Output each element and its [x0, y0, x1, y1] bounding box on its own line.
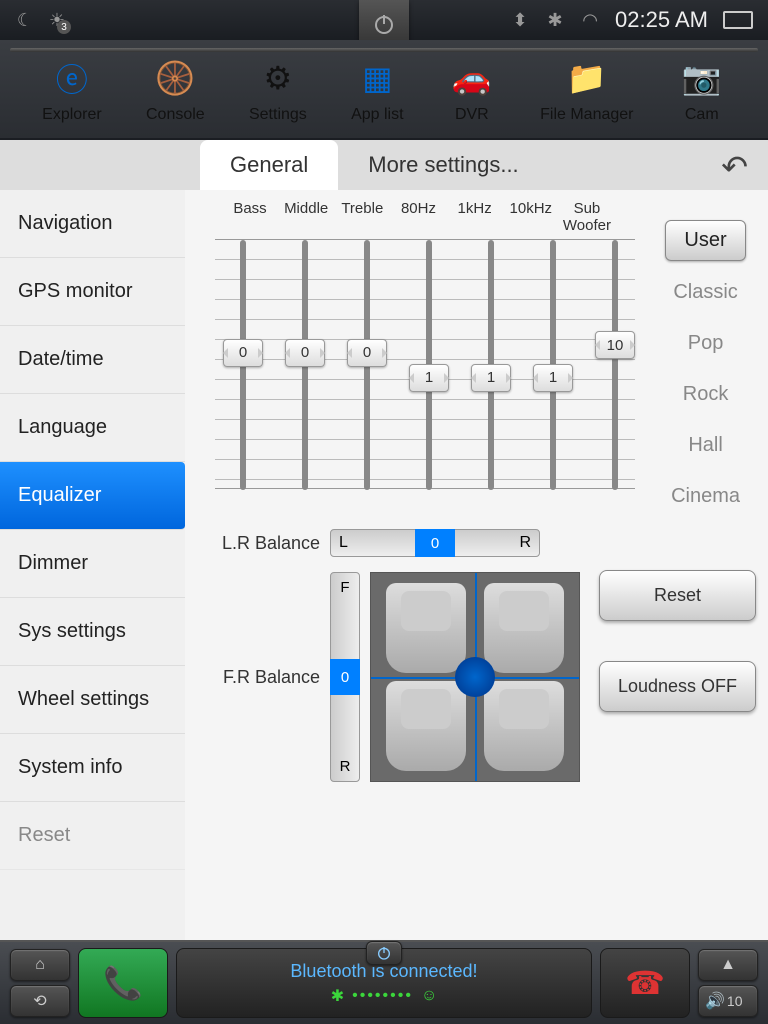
clock: 02:25 AM	[615, 7, 708, 33]
sidebar-reset[interactable]: Reset	[0, 802, 185, 870]
balance-seat-view[interactable]	[370, 572, 580, 782]
equalizer-panel: Bass Middle Treble 80Hz 1kHz 10kHz Sub W…	[185, 190, 768, 940]
settings-icon: ⚙	[254, 54, 302, 102]
lr-balance-slider[interactable]: L 0 R	[330, 529, 540, 557]
applist-icon: ▦	[353, 54, 401, 102]
sidebar-sysinfo[interactable]: System info	[0, 734, 185, 802]
folder-icon: 📁	[563, 54, 611, 102]
eq-slider-1khz[interactable]: 1	[488, 240, 494, 490]
eq-band-labels: Bass Middle Treble 80Hz 1kHz 10kHz Sub W…	[200, 200, 620, 234]
sidebar-language[interactable]: Language	[0, 394, 185, 462]
seat-front-right	[484, 583, 564, 673]
main-panel: General More settings... ↶ Navigation GP…	[0, 140, 768, 940]
bluetooth-icon: ✱	[545, 10, 565, 30]
moon-icon: ☾	[15, 10, 35, 30]
call-answer-button[interactable]: 📞	[78, 948, 168, 1018]
dock-applist[interactable]: ▦App list	[351, 54, 403, 124]
sidebar-datetime[interactable]: Date/time	[0, 326, 185, 394]
volume-down-button[interactable]: 🔊10	[698, 985, 758, 1017]
sidebar-equalizer[interactable]: Equalizer	[0, 462, 185, 530]
eq-slider-middle[interactable]: 0	[302, 240, 308, 490]
dock-console[interactable]: 🛞Console	[146, 54, 205, 124]
call-hangup-button[interactable]: ☎	[600, 948, 690, 1018]
wifi-icon: ◠	[580, 10, 600, 30]
eq-thumb[interactable]: 1	[409, 364, 449, 392]
battery-icon	[723, 11, 753, 29]
fr-balance-slider[interactable]: F 0 R	[330, 572, 360, 782]
preset-cinema[interactable]: Cinema	[653, 477, 758, 516]
eq-slider-80hz[interactable]: 1	[426, 240, 432, 490]
reset-button[interactable]: Reset	[599, 570, 756, 621]
dock-dvr[interactable]: 🚗DVR	[448, 54, 496, 124]
preset-pop[interactable]: Pop	[670, 324, 742, 363]
dock-explorer[interactable]: ⓔExplorer	[42, 54, 102, 124]
dock-settings[interactable]: ⚙Settings	[249, 54, 307, 124]
volume-up-button[interactable]: ▲	[698, 949, 758, 981]
fr-balance-thumb[interactable]: 0	[330, 659, 360, 695]
status-bar: ☾ ☀3 ⬍ ✱ ◠ 02:25 AM	[0, 0, 768, 40]
seat-front-left	[386, 583, 466, 673]
sidebar-wheel[interactable]: Wheel settings	[0, 666, 185, 734]
seat-rear-right	[484, 681, 564, 771]
seat-rear-left	[386, 681, 466, 771]
eq-thumb[interactable]: 0	[285, 339, 325, 367]
eq-slider-subwoofer[interactable]: 10	[612, 240, 618, 490]
lr-balance-thumb[interactable]: 0	[415, 529, 455, 557]
brightness-icon: ☀3	[47, 10, 67, 30]
explorer-icon: ⓔ	[48, 54, 96, 102]
sidebar-sys[interactable]: Sys settings	[0, 598, 185, 666]
back-button[interactable]: ↶	[721, 148, 748, 186]
dock-cam[interactable]: 📷Cam	[678, 54, 726, 124]
lr-balance: L.R Balance L 0 R	[200, 529, 753, 557]
app-dock: ⓔExplorer 🛞Console ⚙Settings ▦App list 🚗…	[0, 40, 768, 140]
eq-thumb[interactable]: 0	[347, 339, 387, 367]
preset-classic[interactable]: Classic	[655, 273, 755, 312]
eq-thumb[interactable]: 1	[533, 364, 573, 392]
tabs: General More settings... ↶	[0, 140, 768, 190]
back-nav-button[interactable]: ⟲	[10, 985, 70, 1017]
tab-general[interactable]: General	[200, 140, 338, 190]
eq-slider-treble[interactable]: 0	[364, 240, 370, 490]
home-button[interactable]: ⌂	[10, 949, 70, 981]
console-icon: 🛞	[151, 54, 199, 102]
bottom-bar: ⌂ ⟲ 📞 Bluetooth is connected! ✱ ••••••••…	[0, 940, 768, 1024]
sidebar-gps[interactable]: GPS monitor	[0, 258, 185, 326]
bluetooth-status-icon: ✱	[331, 986, 344, 1006]
smile-icon: ☺	[421, 987, 437, 1005]
preset-rock[interactable]: Rock	[665, 375, 747, 414]
preset-user[interactable]: User	[665, 220, 745, 261]
eq-thumb[interactable]: 1	[471, 364, 511, 392]
eq-thumb[interactable]: 0	[223, 339, 263, 367]
settings-sidebar[interactable]: Navigation GPS monitor Date/time Languag…	[0, 190, 185, 940]
dock-filemanager[interactable]: 📁File Manager	[540, 54, 633, 124]
eq-presets: User Classic Pop Rock Hall Cinema	[653, 220, 758, 516]
tab-more[interactable]: More settings...	[338, 140, 548, 190]
balance-point[interactable]	[455, 657, 495, 697]
eq-thumb[interactable]: 10	[595, 331, 635, 359]
usb-icon: ⬍	[510, 10, 530, 30]
cam-icon: 📷	[678, 54, 726, 102]
eq-sliders: 00011110	[215, 239, 635, 489]
preset-hall[interactable]: Hall	[670, 426, 740, 465]
loudness-button[interactable]: Loudness OFF	[599, 661, 756, 712]
bt-status-panel[interactable]: Bluetooth is connected! ✱ •••••••• ☺	[176, 948, 592, 1018]
eq-slider-bass[interactable]: 0	[240, 240, 246, 490]
dvr-icon: 🚗	[448, 54, 496, 102]
eq-slider-10khz[interactable]: 1	[550, 240, 556, 490]
power-button-bottom[interactable]	[366, 941, 402, 965]
sidebar-dimmer[interactable]: Dimmer	[0, 530, 185, 598]
sidebar-navigation[interactable]: Navigation	[0, 190, 185, 258]
